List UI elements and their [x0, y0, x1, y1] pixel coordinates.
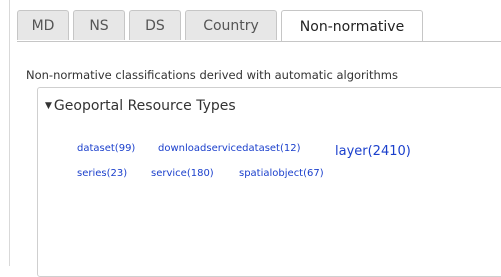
tab-ns[interactable]: NS — [73, 10, 125, 40]
left-border — [9, 0, 10, 266]
tag-layer[interactable]: layer(2410) — [335, 144, 411, 159]
caret-down-icon[interactable]: ▼ — [45, 101, 52, 111]
tag-series[interactable]: series(23) — [77, 168, 127, 179]
panel-header[interactable]: ▼ Geoportal Resource Types — [45, 98, 236, 114]
tab-country[interactable]: Country — [185, 10, 277, 40]
tag-spatialobject[interactable]: spatialobject(67) — [239, 168, 324, 179]
tab-md[interactable]: MD — [17, 10, 69, 40]
tab-ds[interactable]: DS — [129, 10, 181, 40]
tab-non-normative[interactable]: Non-normative — [281, 10, 423, 42]
resource-types-panel: ▼ Geoportal Resource Types dataset(99) d… — [37, 87, 501, 277]
tag-dataset[interactable]: dataset(99) — [77, 143, 135, 154]
panel-title: Geoportal Resource Types — [53, 98, 236, 114]
tab-divider — [17, 41, 501, 42]
tag-service[interactable]: service(180) — [151, 168, 214, 179]
section-description: Non-normative classifications derived wi… — [26, 68, 398, 82]
tag-downloadservicedataset[interactable]: downloadservicedataset(12) — [158, 143, 301, 154]
